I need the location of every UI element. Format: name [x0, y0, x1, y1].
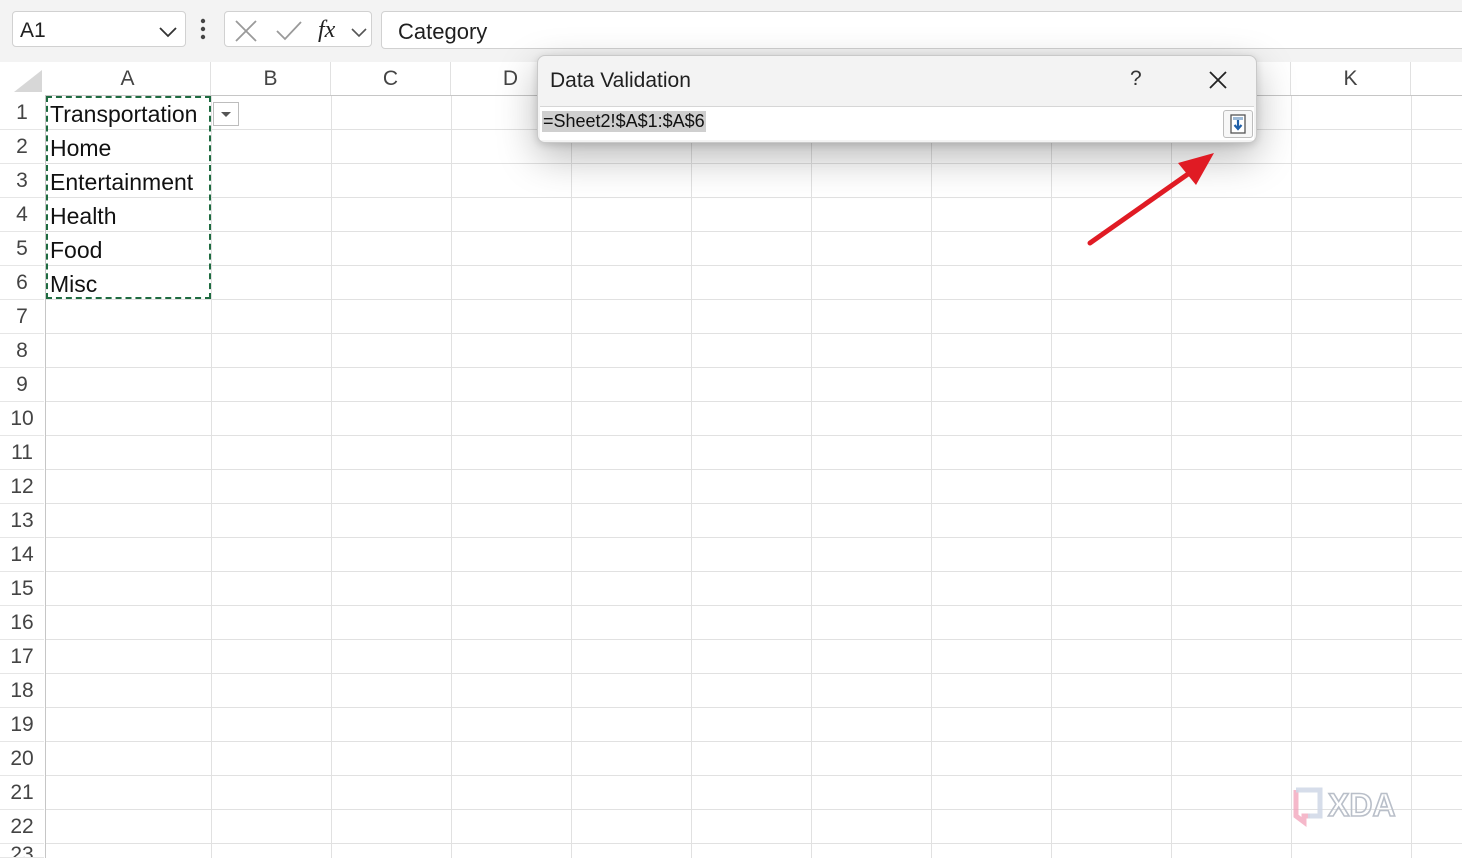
row-header[interactable]: 14 [0, 538, 44, 572]
cancel-icon[interactable] [234, 19, 258, 48]
row-header[interactable]: 22 [0, 810, 44, 844]
chevron-down-icon[interactable] [159, 25, 177, 43]
close-icon[interactable] [1206, 68, 1230, 92]
enter-check-icon[interactable] [275, 19, 303, 48]
source-range-input[interactable]: =Sheet2!$A$1:$A$6 [540, 106, 1254, 140]
row-header[interactable]: 21 [0, 776, 44, 810]
dialog-title: Data Validation [550, 69, 691, 92]
column-header-k[interactable]: K [1291, 62, 1411, 95]
data-validation-dialog: Data Validation ? =Sheet2!$A$1:$A$6 [537, 55, 1257, 143]
dropdown-arrow-icon [221, 112, 231, 117]
row-header[interactable]: 18 [0, 674, 44, 708]
row-header[interactable]: 10 [0, 402, 44, 436]
validation-dropdown-button[interactable] [213, 102, 239, 126]
row-header[interactable]: 19 [0, 708, 44, 742]
row-header[interactable]: 7 [0, 300, 44, 334]
row-header[interactable]: 1 [0, 96, 44, 130]
column-header-l[interactable] [1411, 62, 1462, 95]
row-header[interactable]: 2 [0, 130, 44, 164]
row-header[interactable]: 4 [0, 198, 44, 232]
annotation-arrow-icon [1087, 153, 1214, 246]
row-header[interactable]: 5 [0, 232, 44, 266]
svg-text:fx: fx [318, 17, 336, 43]
more-options-icon[interactable] [199, 18, 207, 45]
chevron-down-icon[interactable] [351, 25, 367, 43]
formula-input[interactable]: Category [381, 11, 1462, 49]
watermark-text: XDA [1328, 787, 1396, 823]
select-all-corner[interactable] [0, 62, 45, 95]
row-header[interactable]: 15 [0, 572, 44, 606]
row-headers: 1 2 3 4 5 6 7 8 9 10 11 12 13 14 15 16 1… [0, 96, 46, 858]
row-header[interactable]: 3 [0, 164, 44, 198]
xda-logo: XDA [1293, 786, 1396, 827]
formula-controls: fx [224, 11, 372, 47]
column-header-b[interactable]: B [211, 62, 331, 95]
help-button[interactable]: ? [1130, 67, 1142, 91]
row-header[interactable]: 9 [0, 368, 44, 402]
row-header[interactable]: 13 [0, 504, 44, 538]
name-box[interactable]: A1 [12, 11, 186, 47]
row-header[interactable]: 20 [0, 742, 44, 776]
formula-value: Category [398, 19, 488, 44]
row-header[interactable]: 17 [0, 640, 44, 674]
row-header[interactable]: 11 [0, 436, 44, 470]
expand-dialog-icon [1230, 114, 1246, 134]
cell-area[interactable]: Transportation Home Entertainment Health… [46, 96, 1462, 858]
row-header[interactable]: 8 [0, 334, 44, 368]
column-header-c[interactable]: C [331, 62, 451, 95]
row-header[interactable]: 16 [0, 606, 44, 640]
worksheet-grid: A B C D K 1 2 3 4 5 6 7 8 9 10 11 12 13 … [0, 62, 1462, 858]
name-box-value: A1 [20, 19, 46, 42]
row-header[interactable]: 23 [0, 844, 44, 858]
source-range-value: =Sheet2!$A$1:$A$6 [542, 111, 706, 132]
row-header[interactable]: 6 [0, 266, 44, 300]
column-header-a[interactable]: A [45, 62, 211, 95]
formula-bar: A1 fx Category [0, 0, 1462, 62]
row-header[interactable]: 12 [0, 470, 44, 504]
copy-range-marquee [46, 96, 211, 299]
insert-function-icon[interactable]: fx [318, 15, 346, 48]
expand-dialog-button[interactable] [1223, 110, 1253, 138]
